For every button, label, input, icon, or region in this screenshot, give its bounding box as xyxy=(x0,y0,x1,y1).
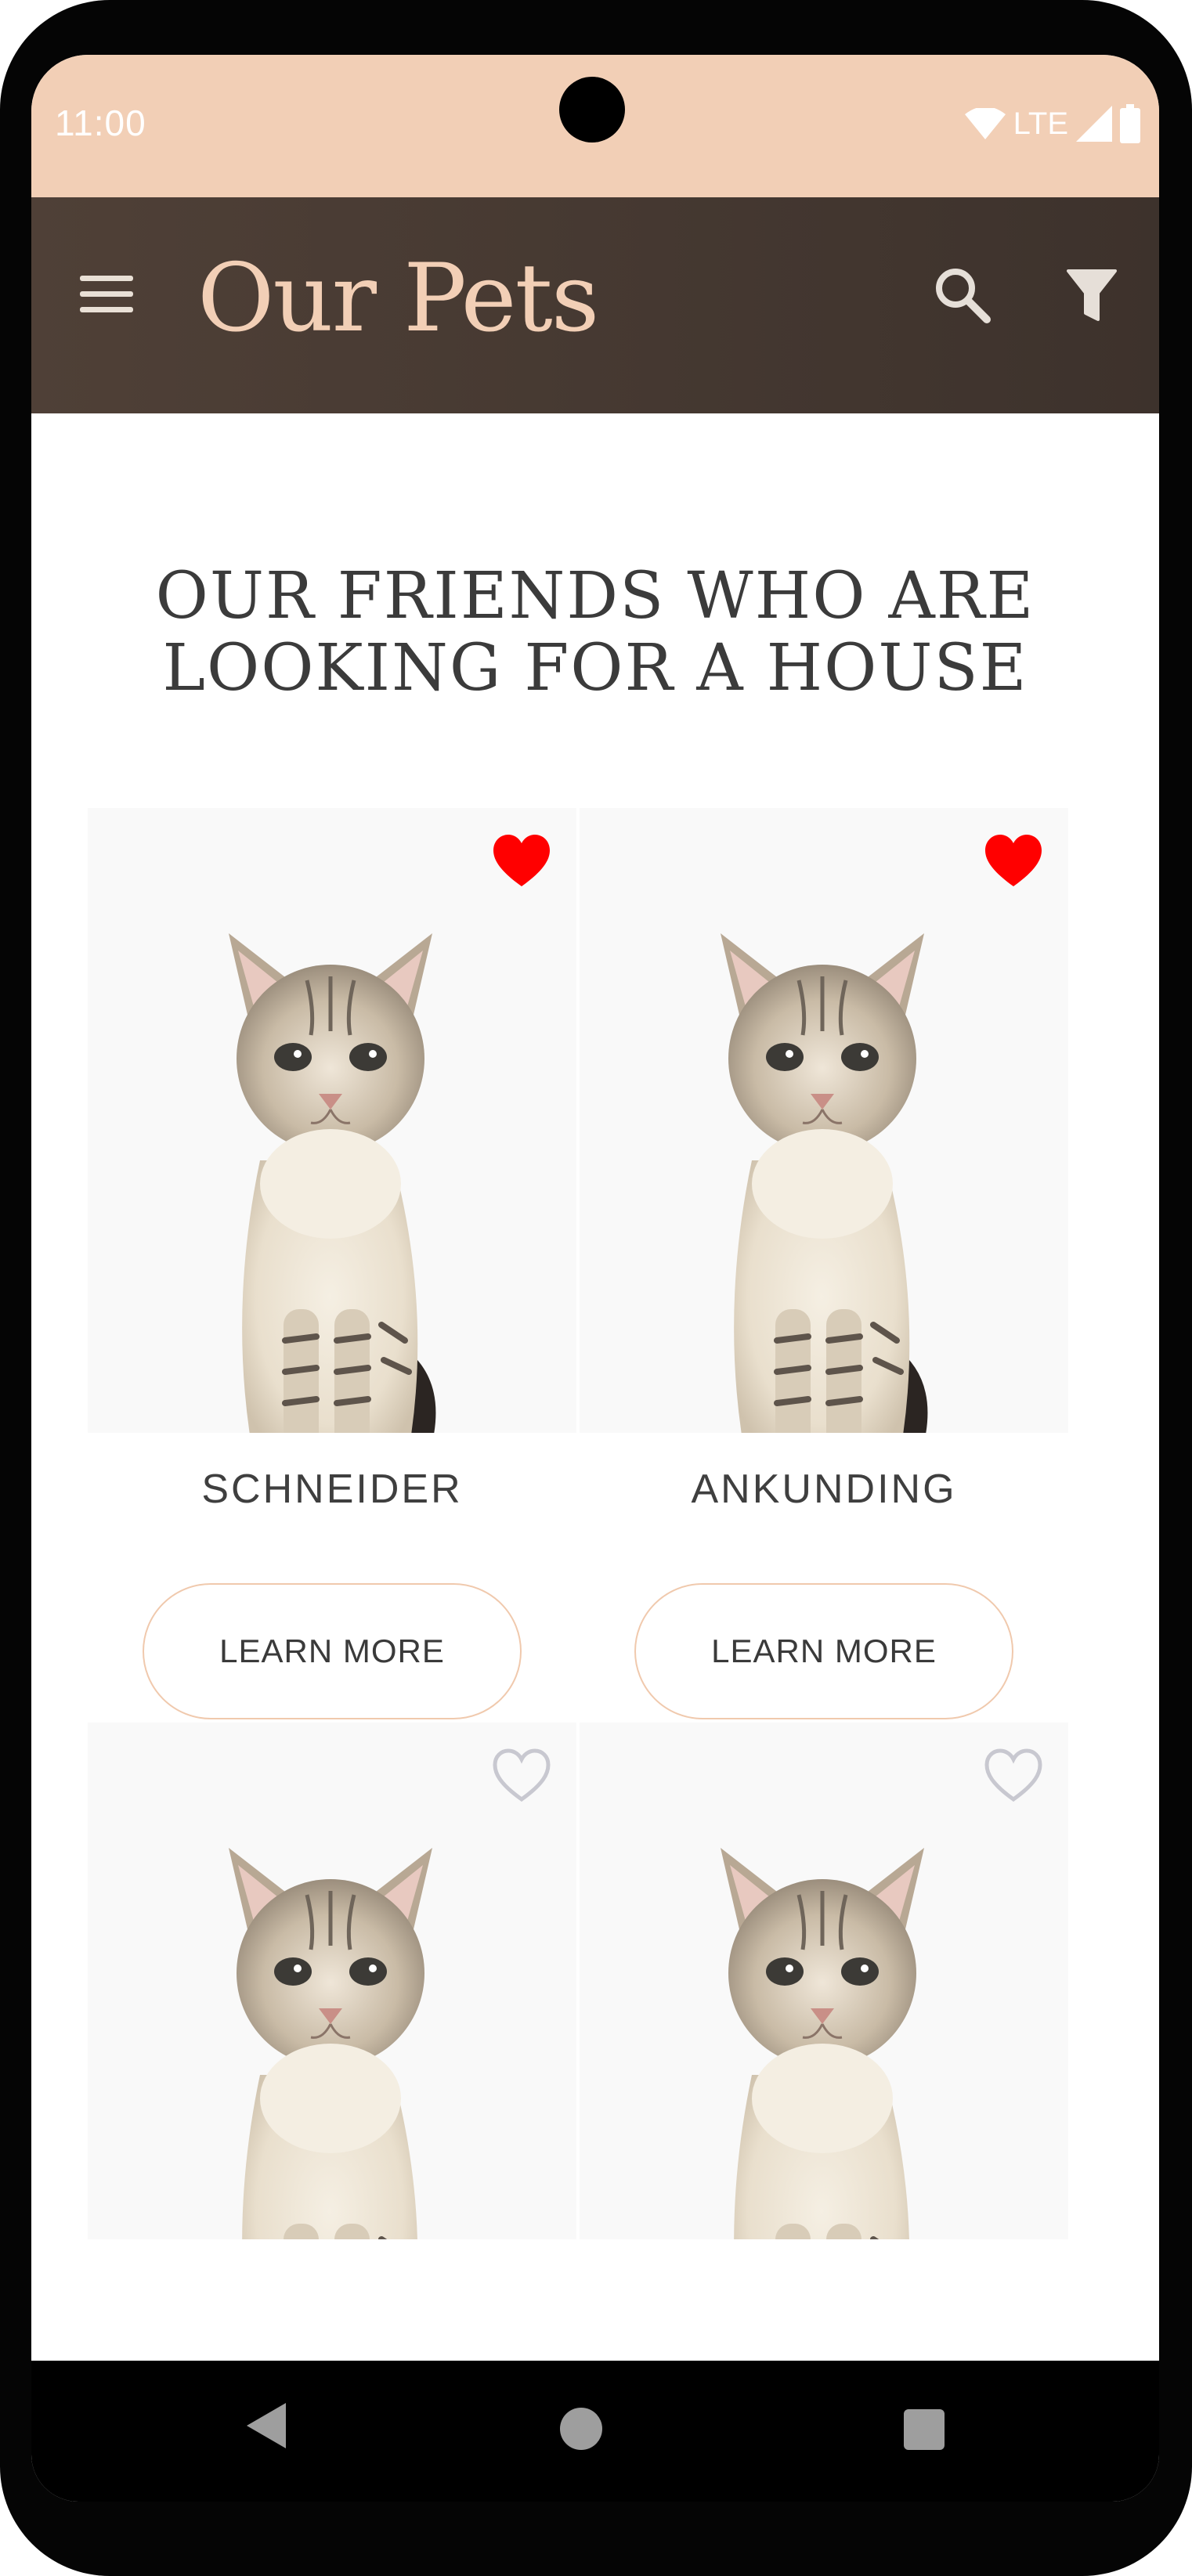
app-bar: Our Pets xyxy=(31,197,1159,413)
wifi-icon xyxy=(964,108,1006,139)
pet-photo[interactable] xyxy=(580,808,1068,1433)
favorite-outline-icon[interactable] xyxy=(984,1748,1043,1804)
pet-photo[interactable] xyxy=(88,1723,576,2239)
front-camera xyxy=(559,77,625,143)
cat-illustration xyxy=(229,1848,432,2239)
favorite-filled-icon[interactable] xyxy=(984,833,1043,889)
pet-card[interactable]: ANKUNDING LEARN MORE xyxy=(580,808,1068,1724)
home-icon[interactable] xyxy=(560,2408,602,2450)
system-nav-bar xyxy=(31,2361,1159,2502)
menu-icon[interactable] xyxy=(80,271,135,318)
recents-icon[interactable] xyxy=(904,2409,945,2450)
status-time: 11:00 xyxy=(55,103,146,143)
filter-icon[interactable] xyxy=(1067,268,1117,324)
heading-line-2: LOOKING FOR A HOUSE xyxy=(162,631,1028,705)
signal-icon xyxy=(1076,106,1112,142)
network-type: LTE xyxy=(1013,106,1068,141)
pet-card[interactable] xyxy=(88,1723,576,2239)
pet-card[interactable] xyxy=(580,1723,1068,2239)
status-bar: 11:00 LTE xyxy=(31,55,1159,197)
favorite-outline-icon[interactable] xyxy=(492,1748,551,1804)
pet-name: SCHNEIDER xyxy=(201,1467,463,1512)
device-frame: 11:00 LTE Our Pets OUR FRIENDS WHO ARE L… xyxy=(0,0,1192,2576)
learn-more-button[interactable]: LEARN MORE xyxy=(143,1583,522,1719)
search-icon[interactable] xyxy=(934,266,992,324)
learn-more-button[interactable]: LEARN MORE xyxy=(634,1583,1013,1719)
status-icons: LTE xyxy=(964,103,1140,144)
app-title: Our Pets xyxy=(197,244,599,353)
cat-illustration xyxy=(721,933,928,1433)
back-icon[interactable] xyxy=(245,2401,287,2450)
battery-icon xyxy=(1120,104,1140,143)
pet-photo[interactable] xyxy=(88,808,576,1433)
pet-name: ANKUNDING xyxy=(691,1467,957,1512)
favorite-filled-icon[interactable] xyxy=(492,833,551,889)
screen: 11:00 LTE Our Pets OUR FRIENDS WHO ARE L… xyxy=(31,55,1159,2502)
heading-line-1: OUR FRIENDS WHO ARE xyxy=(155,559,1035,633)
cat-illustration xyxy=(721,1848,924,2239)
pet-card[interactable]: SCHNEIDER LEARN MORE xyxy=(88,808,576,1724)
section-heading: OUR FRIENDS WHO ARE LOOKING FOR A HOUSE xyxy=(31,561,1159,705)
pet-photo[interactable] xyxy=(580,1723,1068,2239)
cat-illustration xyxy=(229,933,436,1433)
